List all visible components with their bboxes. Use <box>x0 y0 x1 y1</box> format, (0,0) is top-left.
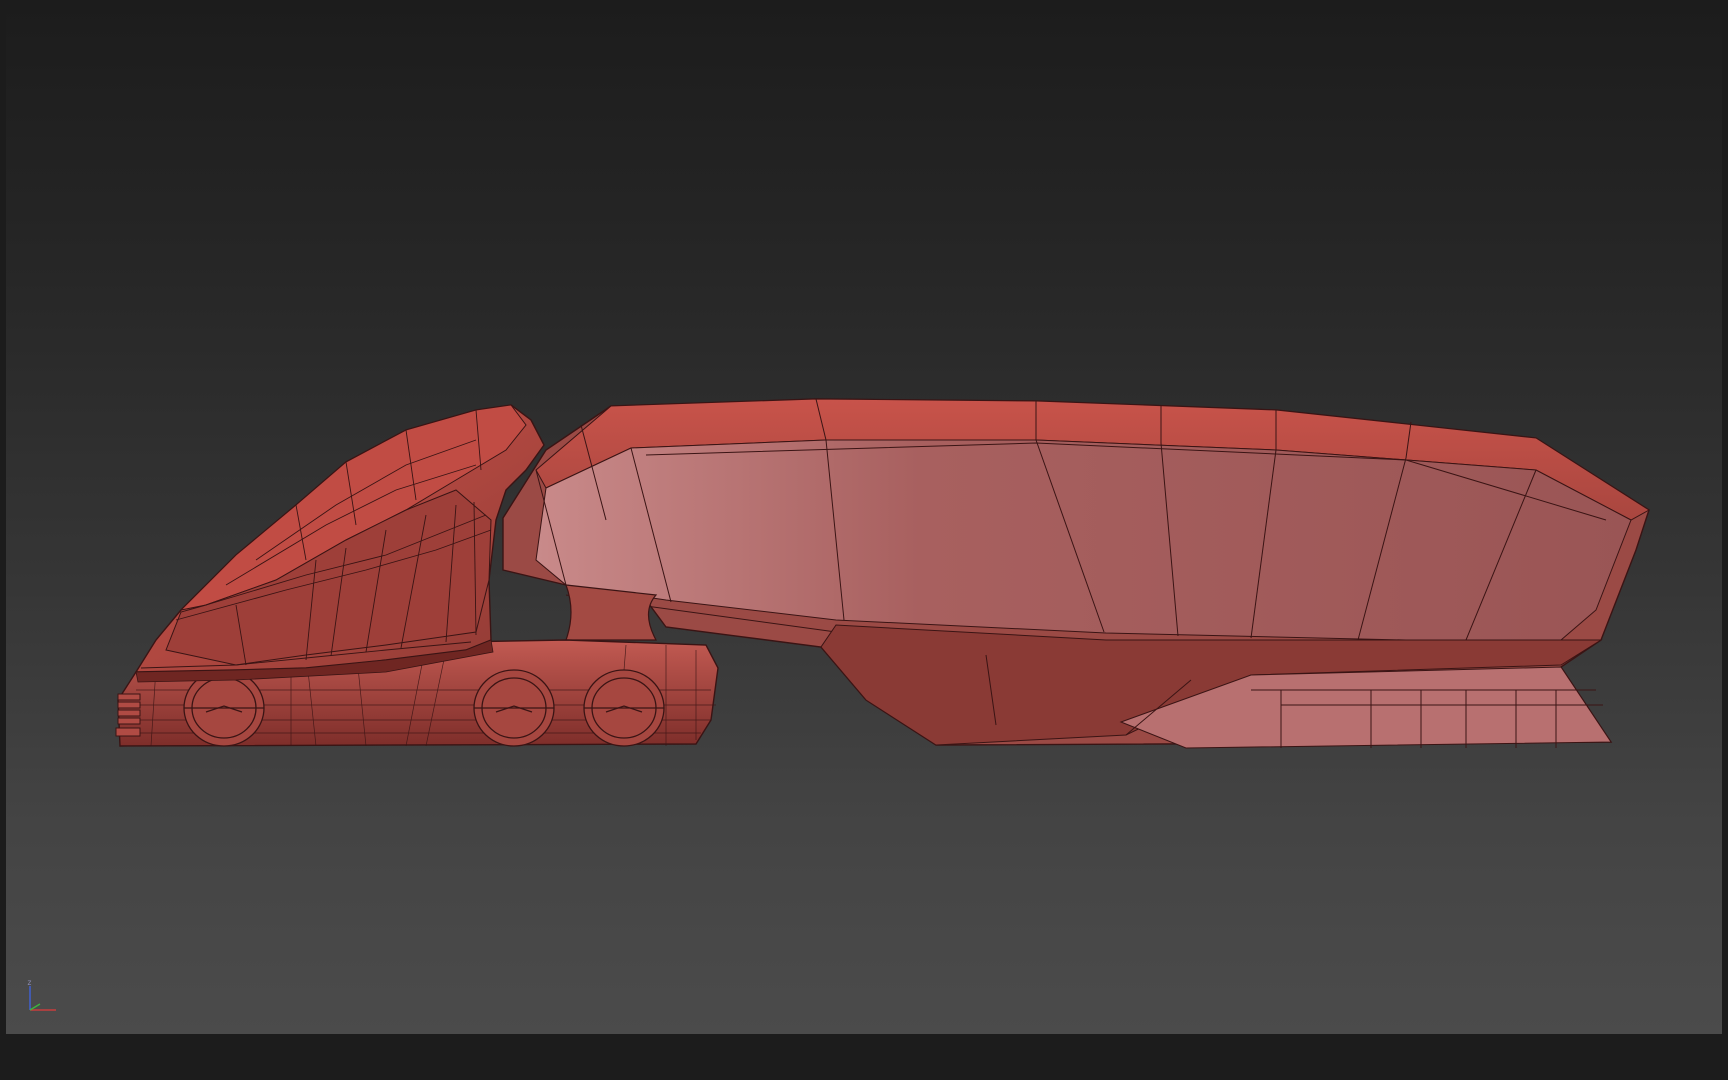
front-bumper <box>115 693 141 737</box>
app-window: z <box>0 0 1728 1080</box>
3d-viewport[interactable]: z <box>6 0 1722 1034</box>
rear-wheel-2 <box>583 669 665 747</box>
y-axis-line <box>29 1003 41 1011</box>
rear-wheel-1 <box>473 669 555 747</box>
front-wheel <box>183 669 265 747</box>
trailer-kingpin <box>565 584 658 641</box>
z-axis-label: z <box>27 978 32 987</box>
tractor-cab[interactable] <box>134 404 545 683</box>
truck-model[interactable] <box>6 0 1722 1034</box>
axis-gizmo <box>29 986 56 1011</box>
bottom-bar <box>0 1034 1728 1080</box>
